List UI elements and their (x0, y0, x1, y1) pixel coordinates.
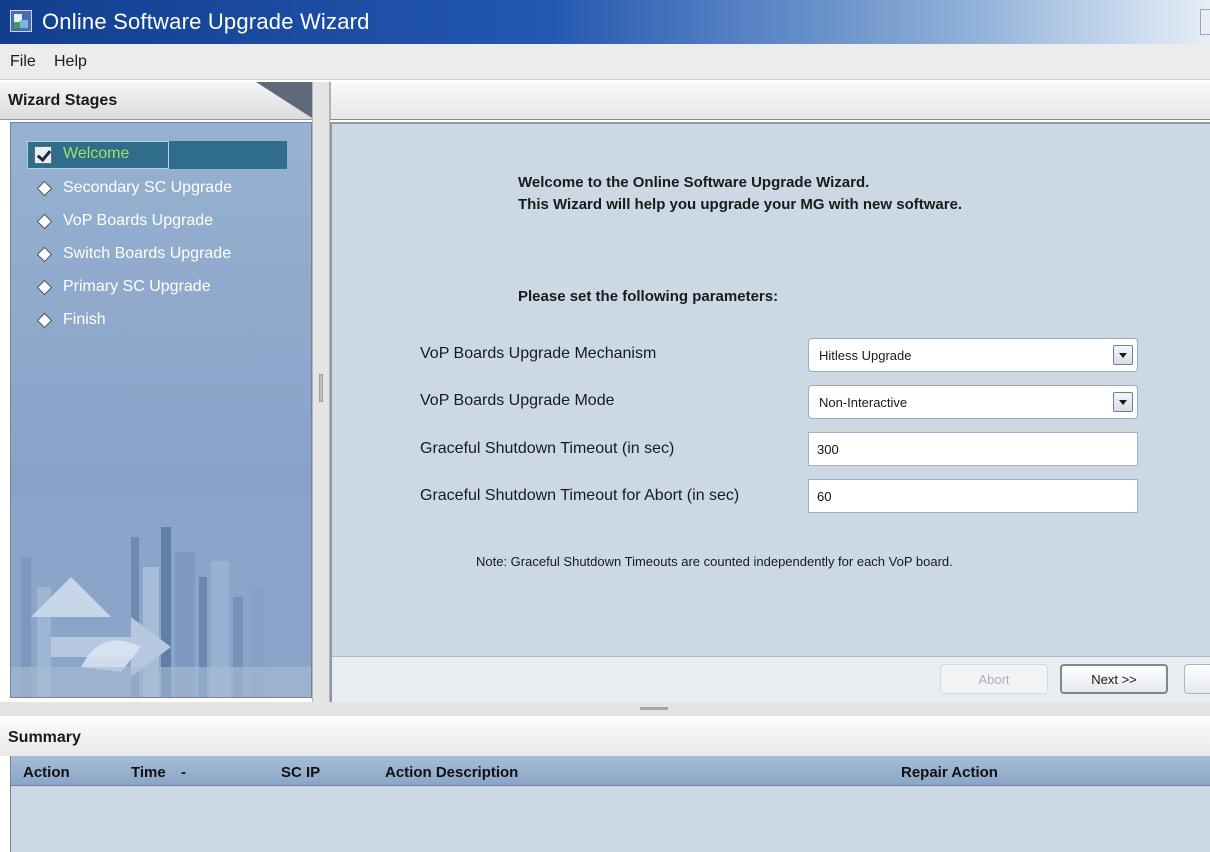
splitter-grip-icon[interactable] (319, 374, 323, 402)
next-button[interactable]: Next >> (1060, 664, 1168, 694)
horizontal-splitter[interactable] (0, 702, 1210, 716)
mode-select-value: Non-Interactive (819, 395, 908, 410)
mechanism-select-value: Hitless Upgrade (819, 348, 912, 363)
summary-table: Action Time - SC IP Action Description R… (10, 756, 1210, 852)
stage-item-welcome[interactable]: Welcome (27, 141, 287, 169)
welcome-subheading: This Wizard will help you upgrade your M… (518, 196, 963, 213)
splitter-grip-icon[interactable] (640, 707, 668, 710)
content-header (330, 82, 1210, 120)
welcome-heading: Welcome to the Online Software Upgrade W… (518, 174, 870, 191)
summary-header: Summary (0, 718, 1210, 756)
column-header-action-description[interactable]: Action Description (385, 764, 518, 781)
parameters-title: Please set the following parameters: (518, 288, 779, 305)
diamond-bullet-icon (36, 213, 53, 230)
stage-item-finish[interactable]: Finish (27, 307, 287, 335)
diamond-bullet-icon (36, 312, 53, 329)
column-header-time[interactable]: Time (131, 764, 166, 781)
menu-bar: File Help (0, 44, 1210, 80)
stage-item-secondary-sc-upgrade[interactable]: Secondary SC Upgrade (27, 175, 287, 203)
mode-label: VoP Boards Upgrade Mode (420, 392, 615, 409)
menu-help[interactable]: Help (54, 53, 87, 71)
abort-timeout-label: Graceful Shutdown Timeout for Abort (in … (420, 487, 740, 504)
menu-file[interactable]: File (10, 53, 36, 71)
mode-select[interactable]: Non-Interactive (808, 385, 1138, 419)
wizard-buttons-bar: Abort Next >> (330, 656, 1210, 702)
stage-item-primary-sc-upgrade[interactable]: Primary SC Upgrade (27, 274, 287, 302)
shutdown-timeout-input[interactable] (808, 432, 1138, 466)
decorative-graphic (11, 497, 311, 697)
title-bar: Online Software Upgrade Wizard (0, 0, 1210, 44)
stage-label: Welcome (63, 145, 130, 162)
stage-label: Secondary SC Upgrade (63, 179, 232, 196)
column-header-action[interactable]: Action (23, 764, 70, 781)
app-icon (10, 10, 32, 32)
content-panel: Welcome to the Online Software Upgrade W… (330, 122, 1210, 656)
stage-item-vop-boards-upgrade[interactable]: VoP Boards Upgrade (27, 208, 287, 236)
dropdown-arrow-icon[interactable] (1113, 345, 1133, 365)
stage-label: Primary SC Upgrade (63, 278, 211, 295)
collapse-tab-icon[interactable] (256, 82, 312, 118)
mechanism-select[interactable]: Hitless Upgrade (808, 338, 1138, 372)
mechanism-label: VoP Boards Upgrade Mechanism (420, 345, 657, 362)
sort-indicator-icon: - (181, 764, 186, 781)
stage-item-switch-boards-upgrade[interactable]: Switch Boards Upgrade (27, 241, 287, 269)
wizard-stages-panel: Welcome Secondary SC Upgrade VoP Boards … (10, 122, 312, 698)
window-title: Online Software Upgrade Wizard (42, 9, 370, 34)
stage-label: Finish (63, 311, 106, 328)
window-control-button[interactable] (1200, 9, 1210, 35)
table-header: Action Time - SC IP Action Description R… (11, 756, 1210, 786)
stage-label: Switch Boards Upgrade (63, 245, 232, 262)
wizard-stages-header: Wizard Stages (0, 82, 318, 120)
abort-button[interactable]: Abort (940, 664, 1048, 694)
column-header-repair-action[interactable]: Repair Action (901, 764, 998, 781)
abort-timeout-input[interactable] (808, 479, 1138, 513)
diamond-bullet-icon (36, 180, 53, 197)
stage-label: VoP Boards Upgrade (63, 212, 214, 229)
vertical-splitter[interactable] (312, 82, 330, 702)
diamond-bullet-icon (36, 246, 53, 263)
shutdown-timeout-label: Graceful Shutdown Timeout (in sec) (420, 440, 675, 457)
column-header-sc-ip[interactable]: SC IP (281, 764, 320, 781)
summary-title: Summary (8, 729, 81, 746)
partial-button[interactable] (1184, 664, 1210, 694)
wizard-stages-title: Wizard Stages (8, 92, 118, 109)
timeout-note: Note: Graceful Shutdown Timeouts are cou… (476, 554, 953, 569)
dropdown-arrow-icon[interactable] (1113, 392, 1133, 412)
diamond-bullet-icon (36, 279, 53, 296)
check-icon (34, 146, 52, 164)
